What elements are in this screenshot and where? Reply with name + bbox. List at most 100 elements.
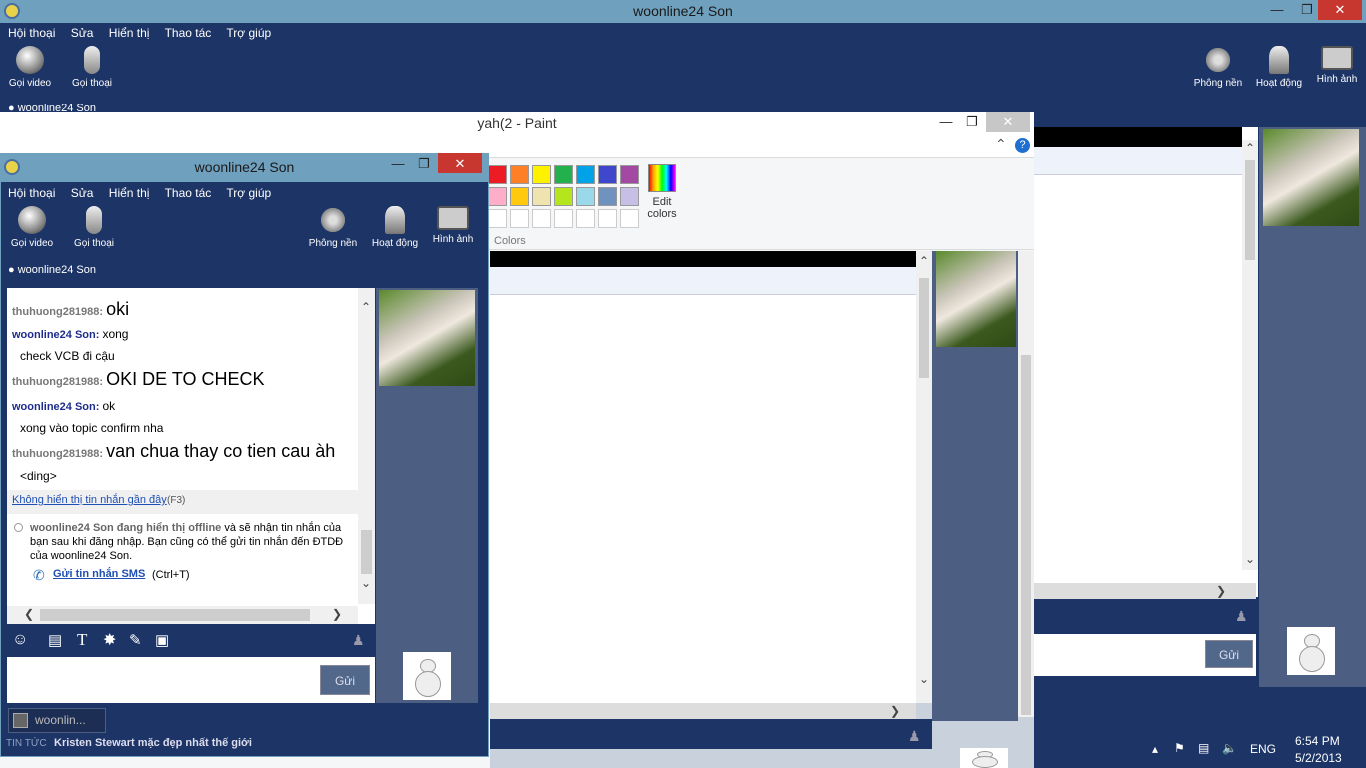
message-text: <ding> — [20, 469, 57, 483]
help-icon[interactable]: ? — [1015, 138, 1030, 153]
chat-activity-button[interactable]: Hoạt động — [365, 206, 425, 249]
color-swatch[interactable] — [620, 187, 639, 206]
empty-swatch[interactable] — [620, 209, 639, 228]
color-swatch[interactable] — [620, 165, 639, 184]
attach-icon[interactable]: ✎ — [129, 631, 142, 649]
empty-swatch[interactable] — [576, 209, 595, 228]
chat-scroll-down-icon[interactable]: ⌄ — [361, 576, 371, 590]
canvas-vscroll-thumb[interactable] — [919, 278, 929, 378]
chat-taskbar-item[interactable]: woonlin... — [8, 708, 106, 733]
menu-hien-thi[interactable]: Hiển thị — [109, 26, 150, 40]
main-scroll-up-icon[interactable]: ⌃ — [1245, 141, 1255, 155]
chat-close-button[interactable]: ✕ — [438, 153, 482, 173]
ribbon-collapse-icon[interactable]: ⌃ — [995, 136, 1007, 153]
tray-expand-icon[interactable]: ▴ — [1152, 742, 1158, 756]
chat-menu-tro-giup[interactable]: Trợ giúp — [226, 186, 271, 200]
color-swatch[interactable] — [576, 187, 595, 206]
taskbar-item-label: woonlin... — [35, 713, 86, 727]
chat-background-label: Phông nền — [308, 238, 358, 249]
send-sms-link[interactable]: Gửi tin nhắn SMS — [53, 568, 145, 580]
canvas-hscroll[interactable] — [490, 703, 916, 719]
canvas-scroll-up-icon[interactable]: ⌃ — [919, 254, 929, 268]
menu-sua[interactable]: Sửa — [71, 26, 94, 40]
empty-swatch[interactable] — [510, 209, 529, 228]
volume-icon[interactable]: 🔈 — [1222, 741, 1237, 755]
menu-tro-giup[interactable]: Trợ giúp — [226, 26, 271, 40]
chat-video-call-button[interactable]: Gọi video — [2, 206, 62, 249]
paint-close-button[interactable]: ✕ — [986, 112, 1030, 132]
chat-maximize-button[interactable]: ❐ — [412, 153, 436, 173]
photos-button[interactable]: Hình ảnh — [1307, 46, 1366, 85]
chat-menu-hien-thi[interactable]: Hiển thị — [109, 186, 150, 200]
chat-photos-button[interactable]: Hình ảnh — [423, 206, 483, 245]
edit-colors-button[interactable]: Edit colors — [644, 164, 680, 220]
main-chat-history — [1034, 127, 1258, 597]
chat-voice-call-button[interactable]: Gọi thoại — [64, 206, 124, 249]
close-button[interactable]: ✕ — [1318, 0, 1362, 20]
audible-icon[interactable]: ▤ — [48, 631, 62, 649]
chat-background-button[interactable]: Phông nền — [303, 206, 363, 249]
activity-button[interactable]: Hoạt động — [1249, 46, 1309, 89]
main-window-title: woonline24 Son — [633, 3, 733, 19]
paint-right-thumb[interactable] — [1021, 355, 1031, 715]
language-indicator[interactable]: ENG — [1250, 742, 1276, 756]
status-dot-icon: ● — [8, 104, 15, 112]
color-swatch[interactable] — [598, 187, 617, 206]
flag-icon[interactable]: ⚑ — [1174, 741, 1185, 755]
buzz-icon[interactable]: ✸ — [103, 630, 116, 650]
chat-menu-thao-tac[interactable]: Thao tác — [165, 186, 212, 200]
share-icon[interactable]: ▣ — [155, 631, 169, 649]
color-swatch[interactable] — [532, 187, 551, 206]
contact-toggle-icon[interactable]: ♟ — [352, 632, 365, 649]
main-scroll-thumb[interactable] — [1245, 160, 1255, 260]
color-swatch[interactable] — [510, 165, 529, 184]
main-send-button[interactable]: Gửi — [1205, 640, 1253, 668]
empty-swatch[interactable] — [488, 209, 507, 228]
news-headline[interactable]: Kristen Stewart mặc đẹp nhất thế giới — [54, 737, 252, 749]
empty-swatch[interactable] — [554, 209, 573, 228]
canvas-contact-icon[interactable]: ♟ — [908, 728, 921, 745]
menu-hoi-thoai[interactable]: Hội thoại — [8, 26, 55, 40]
color-swatch[interactable] — [554, 187, 573, 206]
font-icon[interactable]: T — [77, 630, 87, 650]
emoticon-icon[interactable]: ☺ — [12, 631, 28, 649]
color-swatch[interactable] — [598, 165, 617, 184]
color-swatch[interactable] — [554, 165, 573, 184]
offline-bold: woonline24 Son đang hiển thị offline — [30, 522, 222, 534]
menu-thao-tac[interactable]: Thao tác — [165, 26, 212, 40]
chat-hscroll-thumb[interactable] — [40, 609, 310, 621]
color-swatch[interactable] — [510, 187, 529, 206]
sms-shortcut: (Ctrl+T) — [152, 569, 190, 581]
canvas-scroll-right-icon[interactable]: ❯ — [890, 704, 900, 718]
paint-maximize-button[interactable]: ❐ — [960, 112, 984, 132]
color-swatch[interactable] — [532, 165, 551, 184]
chat-scroll-left-icon[interactable]: ❮ — [24, 607, 34, 621]
chat-menu-hoi-thoai[interactable]: Hội thoại — [8, 186, 55, 200]
chat-menu-sua[interactable]: Sửa — [71, 186, 94, 200]
main-scroll-down-icon[interactable]: ⌄ — [1245, 552, 1255, 566]
color-swatch[interactable] — [576, 165, 595, 184]
color-swatch[interactable] — [488, 165, 507, 184]
paint-minimize-button[interactable]: — — [934, 112, 958, 132]
hide-recent-link[interactable]: Không hiển thị tin nhắn gần đây — [12, 494, 167, 506]
chat-minimize-button[interactable]: — — [386, 153, 410, 173]
empty-swatch[interactable] — [532, 209, 551, 228]
chat-scroll-up-icon[interactable]: ⌃ — [361, 300, 371, 314]
paint-canvas[interactable] — [490, 251, 916, 703]
color-wheel-icon — [648, 164, 676, 192]
video-call-button[interactable]: Gọi video — [0, 46, 60, 89]
minimize-button[interactable]: — — [1262, 0, 1292, 20]
send-button[interactable]: Gửi — [320, 665, 370, 695]
main-contact-icon[interactable]: ♟ — [1235, 608, 1248, 625]
main-scroll-right-icon[interactable]: ❯ — [1216, 584, 1226, 598]
chat-vscroll-thumb[interactable] — [361, 530, 372, 574]
color-swatch[interactable] — [488, 187, 507, 206]
network-icon[interactable]: ▤ — [1198, 741, 1209, 755]
clock-time[interactable]: 6:54 PM — [1295, 734, 1340, 748]
chat-scroll-right-icon[interactable]: ❯ — [332, 607, 342, 621]
canvas-scroll-down-icon[interactable]: ⌄ — [919, 672, 929, 686]
clock-date[interactable]: 5/2/2013 — [1295, 751, 1342, 765]
empty-swatch[interactable] — [598, 209, 617, 228]
voice-call-button[interactable]: Gọi thoại — [62, 46, 122, 89]
background-button[interactable]: Phông nền — [1188, 46, 1248, 89]
